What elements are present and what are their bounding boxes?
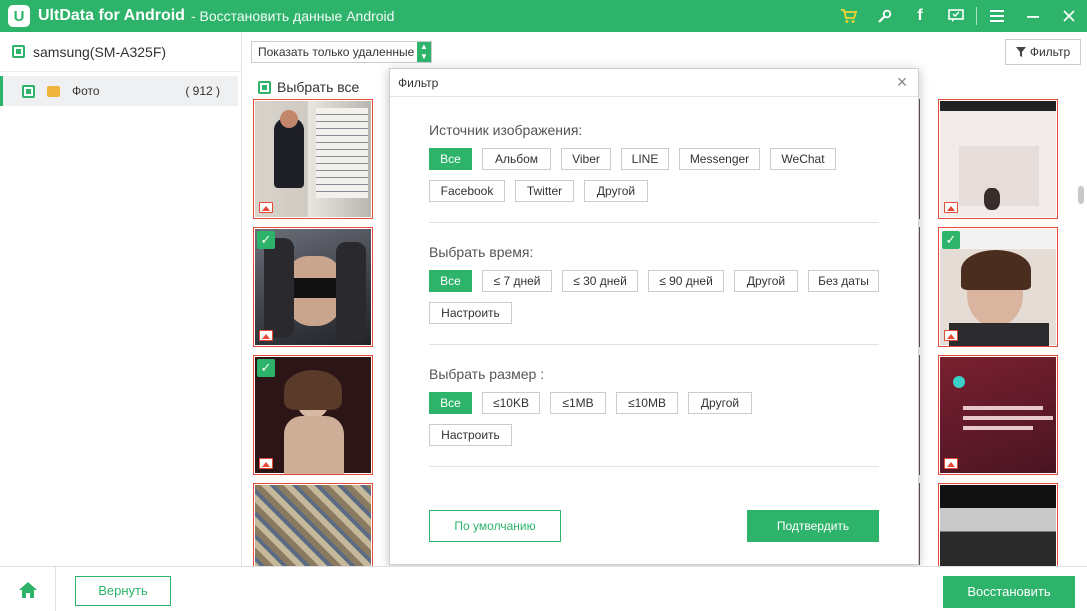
funnel-icon [1015,47,1026,57]
source-option-album[interactable]: Альбом [482,148,551,170]
photo-thumbnail[interactable] [253,99,373,219]
selected-check-icon[interactable]: ✓ [942,231,960,249]
size-option-10kb[interactable]: ≤10KB [482,392,540,414]
source-section-title: Источник изображения: [429,122,583,138]
time-option-custom[interactable]: Настроить [429,302,512,324]
image-type-icon [259,202,273,213]
select-all[interactable]: Выбрать все [258,79,359,95]
feedback-icon[interactable] [938,0,974,32]
source-option-line[interactable]: LINE [621,148,669,170]
filter-label: Фильтр [1029,45,1071,59]
filter-dialog: Фильтр × Источник изображения: Все Альбо… [389,68,919,565]
image-folder-icon [47,85,60,97]
source-option-twitter[interactable]: Twitter [515,180,574,202]
select-all-label: Выбрать все [277,79,360,95]
title-bar: U UltData for Android - Восстановить дан… [0,0,1087,32]
time-option-30-days[interactable]: ≤ 30 дней [562,270,638,292]
section-divider [429,222,879,223]
time-option-90-days[interactable]: ≤ 90 дней [648,270,724,292]
image-type-icon [259,330,273,341]
photos-checkbox[interactable] [22,84,35,98]
time-option-no-date[interactable]: Без даты [808,270,879,292]
selected-check-icon[interactable]: ✓ [257,231,275,249]
dialog-title: Фильтр [398,75,439,90]
source-option-other[interactable]: Другой [584,180,648,202]
app-name: UltData for Android [38,7,185,24]
source-option-messenger[interactable]: Messenger [679,148,760,170]
image-type-icon [944,330,958,341]
section-divider [429,466,879,467]
device-row[interactable]: samsung(SM-A325F) [0,32,241,72]
menu-icon[interactable] [979,0,1015,32]
section-divider [429,344,879,345]
time-option-other[interactable]: Другой [734,270,798,292]
image-type-icon [944,458,958,469]
footer: Вернуть Восстановить [0,566,1087,611]
sidebar-item-photos[interactable]: Фото ( 912 ) [0,76,238,106]
back-button[interactable]: Вернуть [75,576,171,606]
size-option-10mb[interactable]: ≤10MB [616,392,678,414]
source-option-facebook[interactable]: Facebook [429,180,505,202]
show-deleted-select[interactable]: Показать только удаленные ▲ ▼ [251,41,432,63]
titlebar-separator [976,7,977,25]
photo-thumbnail[interactable] [938,99,1058,219]
selected-check-icon[interactable]: ✓ [257,359,275,377]
time-section-title: Выбрать время: [429,244,534,260]
cart-icon[interactable] [830,0,866,32]
photo-thumbnail[interactable]: ✓ [938,227,1058,347]
select-all-checkbox[interactable] [258,80,271,94]
size-option-1mb[interactable]: ≤1MB [550,392,606,414]
photo-thumbnail[interactable] [938,355,1058,475]
scrollbar-thumb[interactable] [1078,186,1084,204]
restore-button[interactable]: Восстановить [943,576,1075,608]
show-deleted-label: Показать только удаленные [258,45,415,59]
image-type-icon [944,202,958,213]
sidebar: samsung(SM-A325F) Фото ( 912 ) [0,32,242,566]
source-option-all[interactable]: Все [429,148,472,170]
size-option-all[interactable]: Все [429,392,472,414]
size-option-other[interactable]: Другой [688,392,752,414]
default-button[interactable]: По умолчанию [429,510,561,542]
image-type-icon [259,458,273,469]
facebook-icon[interactable]: f [902,0,938,32]
device-checkbox[interactable] [12,45,25,58]
device-name: samsung(SM-A325F) [33,43,167,60]
minimize-icon[interactable] [1015,0,1051,32]
app-subtitle: - Восстановить данные Android [190,8,395,24]
filter-button[interactable]: Фильтр [1005,39,1081,65]
home-icon [18,581,37,598]
wrench-icon[interactable] [866,0,902,32]
app-logo-icon: U [8,5,30,27]
confirm-button[interactable]: Подтвердить [747,510,879,542]
close-icon[interactable] [1051,0,1087,32]
time-option-7-days[interactable]: ≤ 7 дней [482,270,552,292]
size-option-custom[interactable]: Настроить [429,424,512,446]
size-section-title: Выбрать размер : [429,366,545,382]
source-option-viber[interactable]: Viber [561,148,611,170]
toolbar: Показать только удаленные ▲ ▼ Фильтр [243,32,1087,72]
photo-thumbnail[interactable]: ✓ [253,355,373,475]
select-arrows-icon[interactable]: ▲ ▼ [417,42,431,62]
time-option-all[interactable]: Все [429,270,472,292]
dialog-header: Фильтр [390,69,918,97]
photo-thumbnail[interactable]: ✓ [253,227,373,347]
sidebar-item-label: Фото [72,84,100,98]
source-option-wechat[interactable]: WeChat [770,148,836,170]
close-icon[interactable]: × [892,72,912,92]
home-button[interactable] [0,567,56,611]
sidebar-item-count: ( 912 ) [185,84,220,98]
